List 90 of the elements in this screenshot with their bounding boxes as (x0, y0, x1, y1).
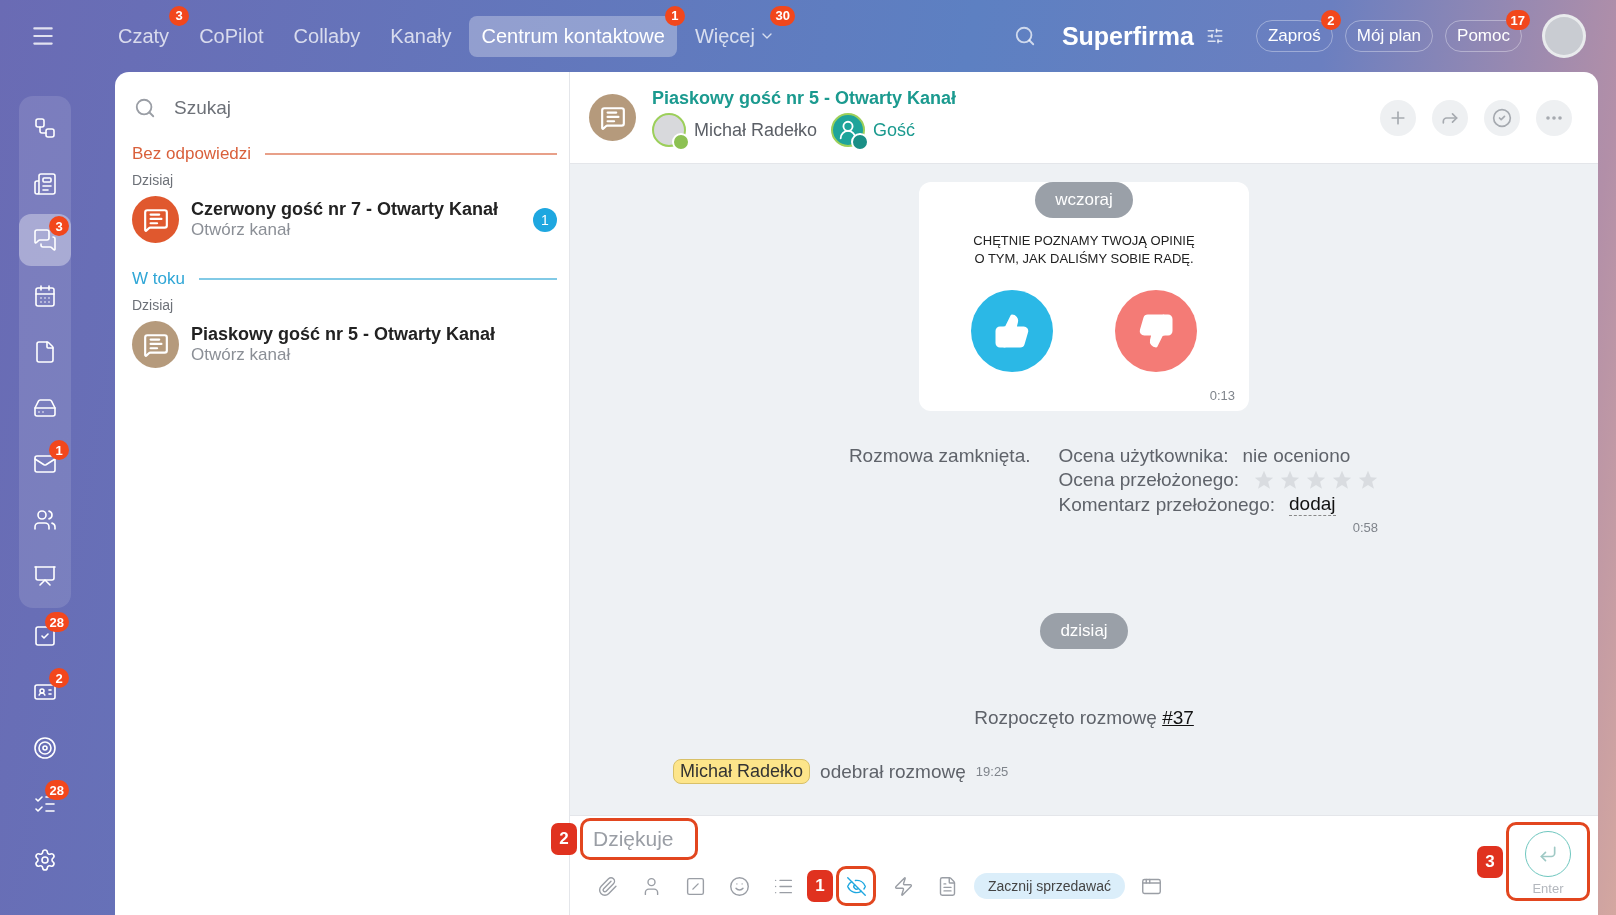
count-badge: 1 (664, 5, 685, 26)
company-name[interactable]: Superfirma (1061, 21, 1194, 51)
paperclip-icon (596, 875, 618, 897)
nav-tab[interactable]: CoPilot (187, 15, 276, 57)
start-selling-button[interactable]: Zacznij sprzedawać (974, 873, 1125, 899)
nav-tab[interactable]: Kanały (378, 15, 464, 57)
status-text: Rozmowa zamknięta. (848, 445, 1031, 468)
operator-name-tag: Michał Radełko (673, 759, 811, 784)
plus-button[interactable] (1380, 99, 1416, 136)
member-name[interactable]: Michał Radełko (694, 119, 818, 141)
count-badge: 30 (770, 5, 795, 26)
send-button[interactable]: Enter (1509, 825, 1587, 898)
day-label: Dzisiaj (132, 297, 175, 313)
message-icon (599, 104, 626, 131)
message-field[interactable]: Dziękuje (583, 821, 695, 857)
sliders-icon[interactable] (1205, 27, 1224, 45)
settings-icon (33, 848, 57, 872)
calendar-icon (33, 284, 57, 308)
lightning-icon (892, 875, 914, 897)
date-pill: wczoraj (1035, 182, 1133, 218)
sidebar-item[interactable]: 28 (19, 778, 71, 830)
sidebar-item[interactable]: 2 (19, 666, 71, 718)
message-time: 0:13 (1209, 388, 1235, 403)
target-icon (33, 736, 57, 760)
sidebar-item[interactable]: 1 (19, 438, 71, 490)
mail-icon (33, 452, 57, 476)
return-icon (1538, 844, 1558, 864)
user-avatar[interactable] (1542, 14, 1586, 58)
rating-label: Komentarz przełożonego: (1058, 493, 1275, 516)
system-message: odebrał rozmowę (820, 760, 966, 783)
chat-avatar[interactable] (132, 321, 179, 368)
workflow-icon (33, 116, 57, 140)
member-avatar[interactable] (831, 113, 866, 147)
more-button[interactable] (1536, 99, 1572, 136)
smile-icon (728, 875, 750, 897)
chat-bubbles-icon (33, 228, 57, 252)
document-icon (33, 340, 57, 364)
count-badge: 28 (44, 780, 69, 800)
chat-title: Piaskowy gość nr 5 - Otwarty Kanał (652, 88, 957, 108)
conversation-link[interactable]: #37 (1162, 707, 1194, 728)
chat-subtitle: Otwórz kanał (191, 220, 292, 240)
thumbs-up-icon (994, 313, 1030, 349)
group-title: W toku (132, 269, 185, 289)
count-badge: 2 (1320, 10, 1341, 30)
presentation-icon (33, 564, 57, 588)
rating-value: nie oceniono (1242, 445, 1351, 467)
drive-icon (33, 396, 57, 420)
sidebar-item[interactable]: 28 (19, 610, 71, 662)
step-number-badge: 2 (551, 823, 577, 855)
member-avatar[interactable] (652, 113, 686, 147)
slash-icon (684, 875, 706, 897)
check-icon (1492, 107, 1512, 128)
card-text: O TYM, JAK DALIŚMY SOBIE RADĘ. (974, 250, 1194, 268)
count-badge: 28 (44, 612, 69, 632)
chat-avatar[interactable] (132, 196, 179, 243)
chat-title[interactable]: Piaskowy gość nr 5 - Otwarty Kanał (191, 324, 557, 345)
chat-title[interactable]: Czerwony gość nr 7 - Otwarty Kanał (191, 199, 521, 220)
count-badge: 17 (1505, 10, 1530, 30)
unread-count: 1 (533, 207, 557, 232)
card-text: CHĘTNIE POZNAMY TWOJĄ OPINIĘ (973, 232, 1195, 250)
step-number-badge: 3 (1477, 845, 1503, 878)
search-icon (134, 97, 156, 119)
rating-label: Ocena użytkownika: (1058, 445, 1229, 467)
day-label: Dzisiaj (132, 172, 175, 188)
date-pill: dzisiaj (1040, 613, 1128, 649)
eye-off-icon (845, 875, 867, 897)
message-icon (142, 206, 169, 233)
system-message: Rozpoczęto rozmowę #37 (974, 707, 1194, 729)
member-name[interactable]: Gość (873, 119, 916, 141)
count-badge: 2 (49, 668, 69, 688)
count-badge: 3 (49, 216, 69, 236)
count-badge: 3 (169, 5, 190, 26)
check-button[interactable] (1484, 99, 1520, 136)
more-icon (1546, 115, 1562, 120)
message-time: 0:58 (1352, 520, 1378, 535)
thumbs-down-icon (1138, 313, 1174, 349)
group-title: Bez odpowiedzi (132, 144, 252, 164)
add-comment-link[interactable]: dodaj (1289, 493, 1336, 516)
newspaper-icon (33, 172, 57, 196)
search-icon[interactable] (1013, 25, 1036, 47)
message-icon (142, 331, 169, 358)
sidebar-item[interactable]: 3 (19, 214, 71, 266)
rating-label: Ocena przełożonego: (1058, 469, 1240, 491)
step-number-badge: 1 (807, 870, 833, 902)
message-time: 19:25 (975, 764, 1009, 779)
chat-subtitle: Otwórz kanał (191, 345, 292, 365)
forward-button[interactable] (1432, 99, 1468, 136)
nav-tab[interactable]: Collaby (281, 15, 373, 57)
users-icon (33, 508, 57, 532)
count-badge: 1 (49, 440, 69, 460)
